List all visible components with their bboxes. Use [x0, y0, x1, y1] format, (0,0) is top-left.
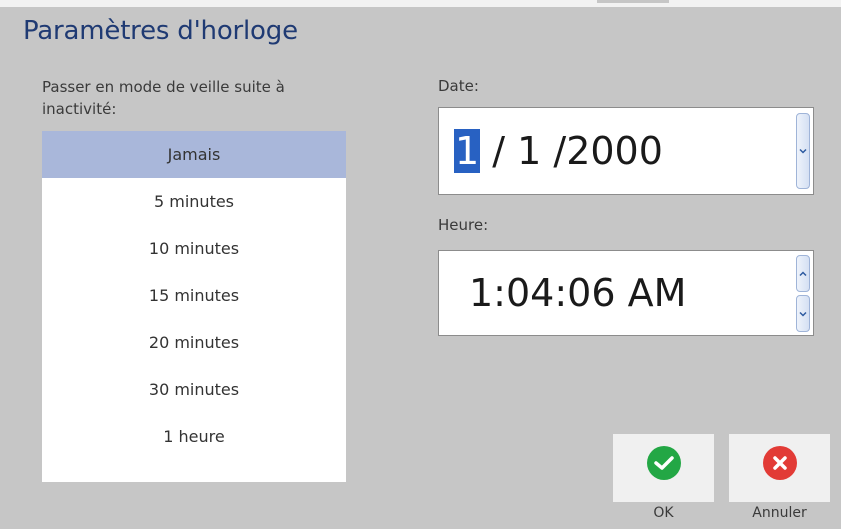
ok-button-label: OK [653, 505, 674, 521]
time-label: Heure: [438, 216, 489, 234]
list-item-10-minutes[interactable]: 10 minutes [42, 225, 346, 272]
date-day-segment[interactable]: 1 [454, 129, 481, 173]
sleep-mode-label: Passer en mode de veille suite à inactiv… [42, 78, 285, 118]
list-item-20-minutes[interactable]: 20 minutes [42, 319, 346, 366]
time-value[interactable]: 1:04:06 AM [469, 271, 686, 315]
sleep-timeout-list[interactable]: Jamais 5 minutes 10 minutes 15 minutes 2… [42, 131, 346, 482]
page-title: Paramètres d'horloge [23, 16, 298, 46]
date-label: Date: [438, 77, 479, 95]
time-decrement-button[interactable] [796, 295, 810, 332]
top-bar [0, 0, 841, 7]
time-increment-button[interactable] [796, 255, 810, 292]
list-item-5-minutes[interactable]: 5 minutes [42, 178, 346, 225]
date-value[interactable]: 1 / 1 /2000 [454, 129, 663, 173]
list-item-30-minutes[interactable]: 30 minutes [42, 366, 346, 413]
list-item-1-heure[interactable]: 1 heure [42, 413, 346, 460]
cancel-button[interactable] [729, 434, 830, 502]
cancel-button-label: Annuler [752, 505, 807, 521]
date-rest-segment[interactable]: / 1 /2000 [480, 129, 663, 173]
date-field[interactable]: 1 / 1 /2000 [438, 107, 814, 195]
list-item-15-minutes[interactable]: 15 minutes [42, 272, 346, 319]
checkmark-icon [646, 446, 681, 480]
time-field[interactable]: 1:04:06 AM [438, 250, 814, 336]
date-dropdown-button[interactable] [796, 113, 810, 189]
chevron-up-icon [799, 270, 807, 276]
list-item-jamais[interactable]: Jamais [42, 131, 346, 178]
chevron-down-icon [799, 311, 807, 317]
top-bar-notch [597, 0, 669, 3]
ok-button[interactable] [613, 434, 714, 502]
chevron-down-icon [799, 148, 807, 154]
close-icon [762, 446, 797, 480]
